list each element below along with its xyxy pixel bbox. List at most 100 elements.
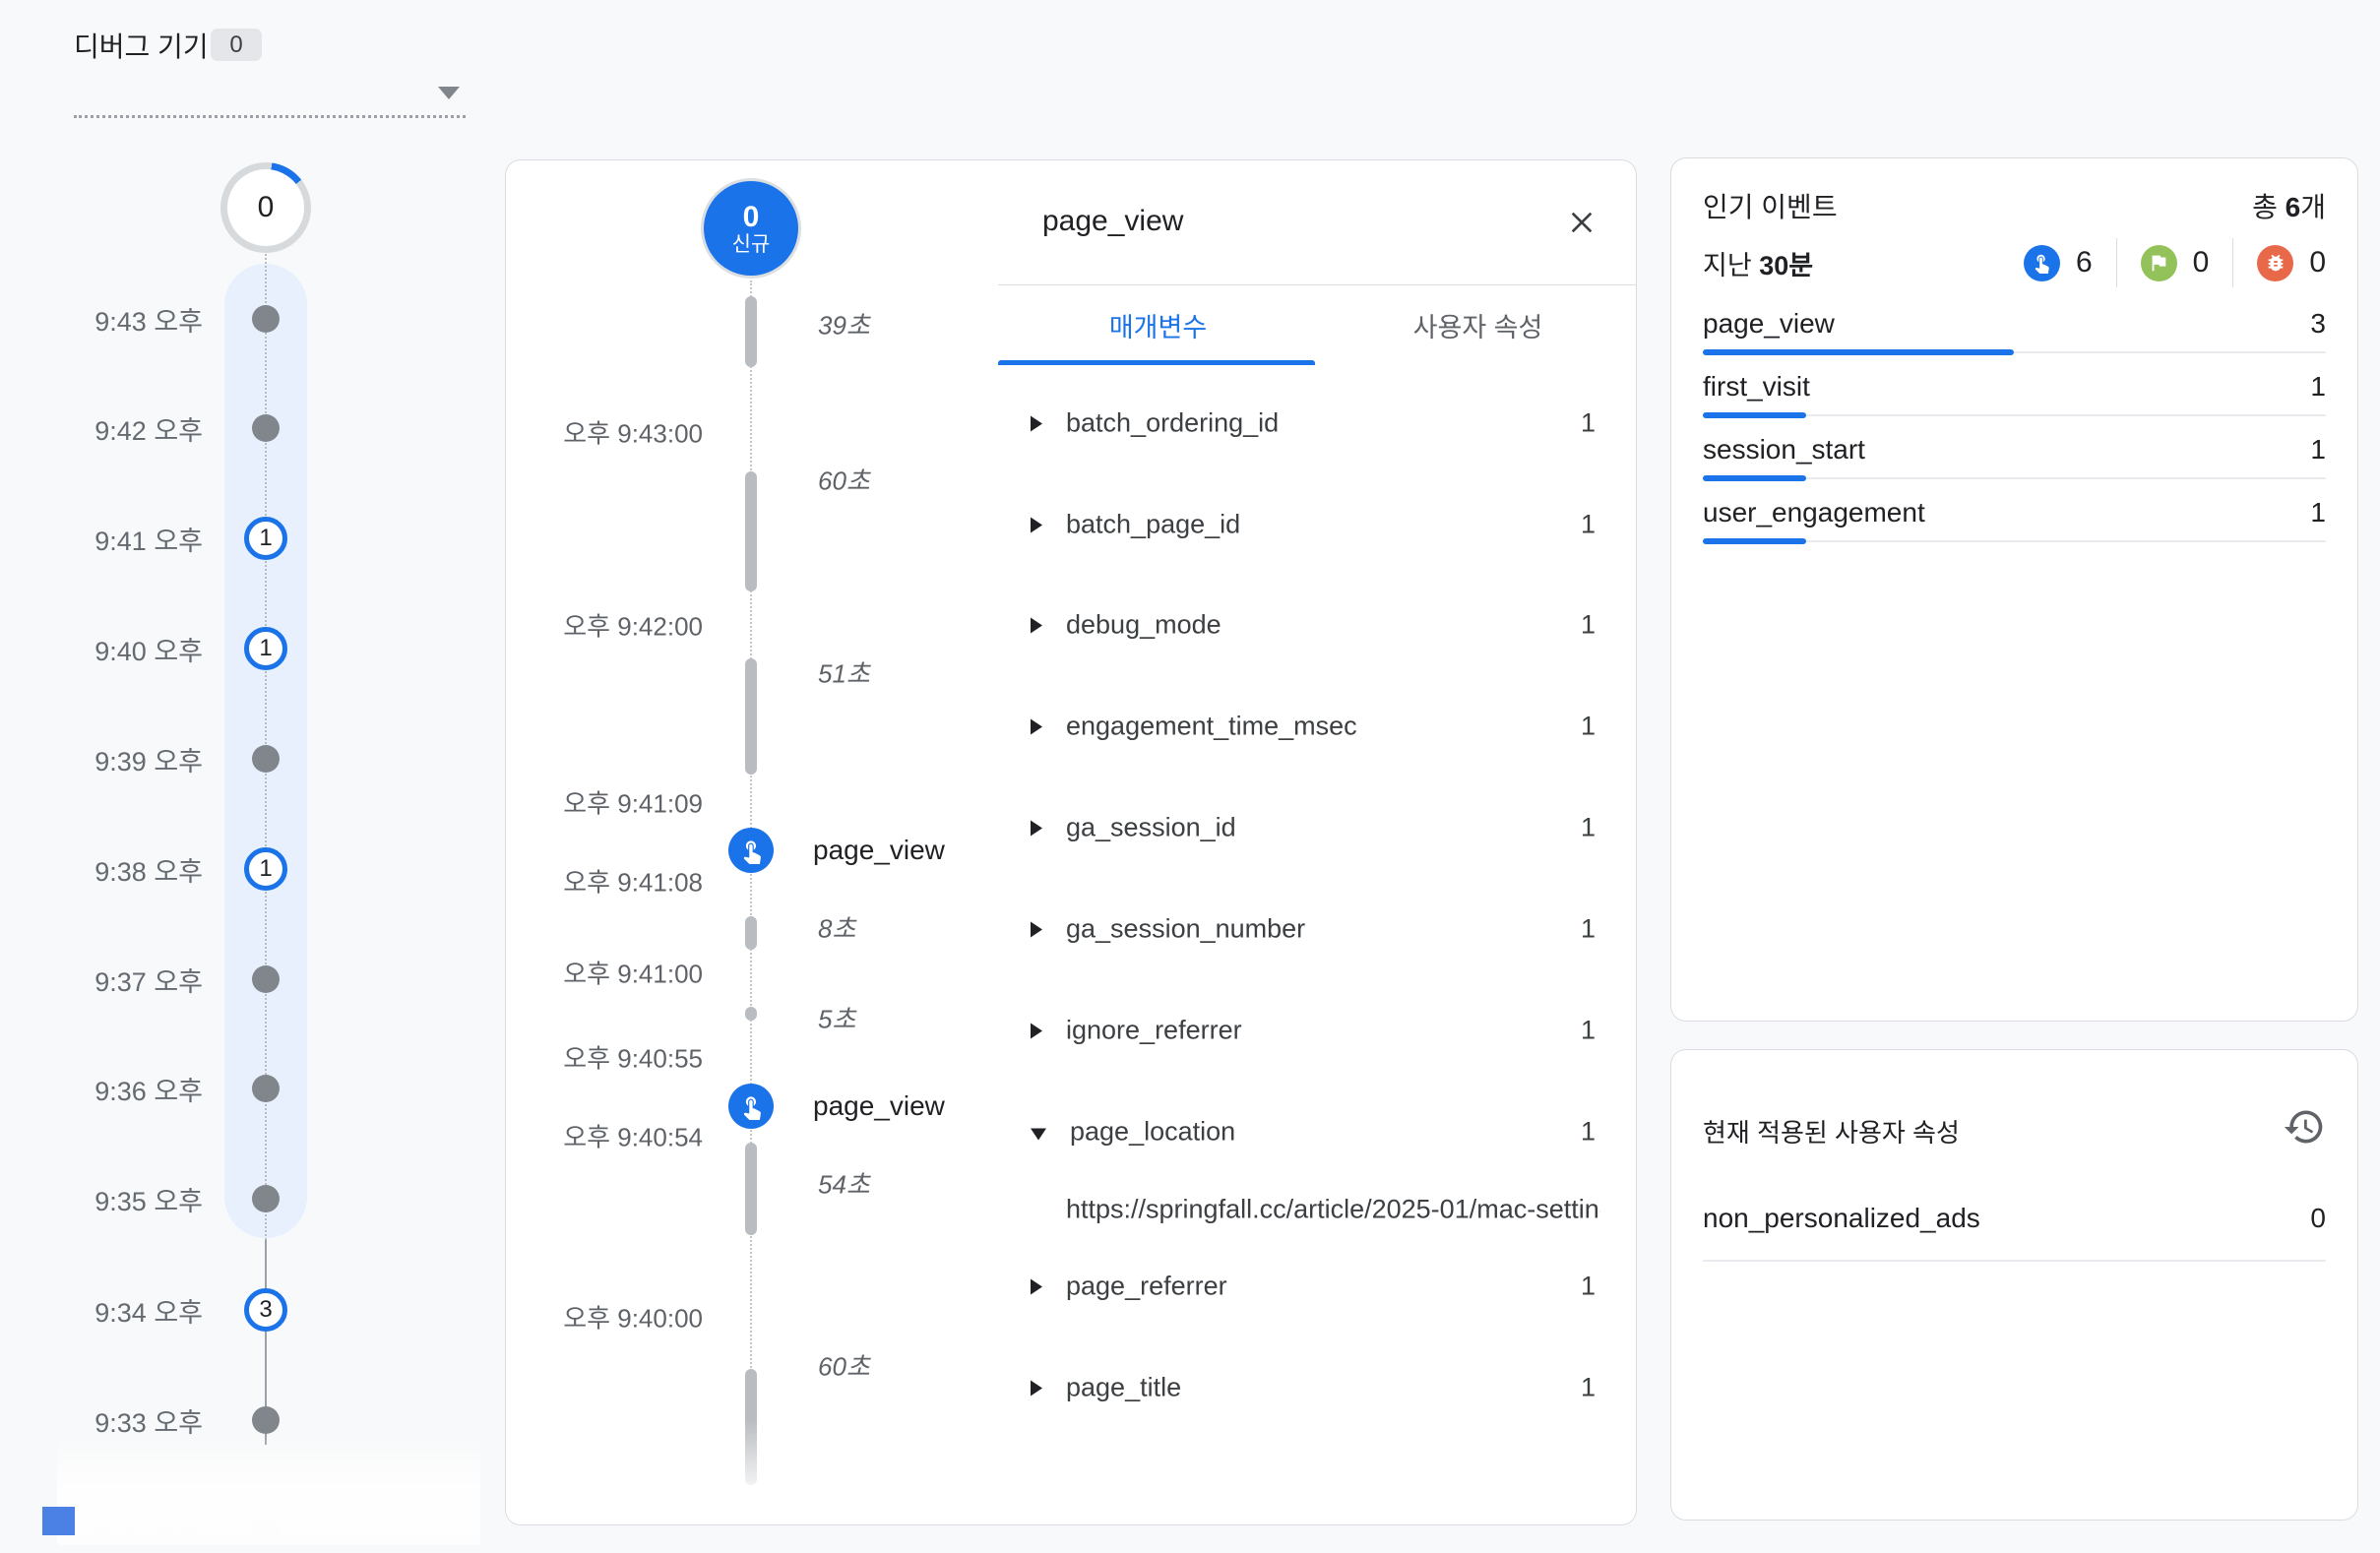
minute-marker[interactable] [244,406,287,450]
minute-marker[interactable]: 1 [244,517,287,560]
minute-entry-time: 9:42 오후 [39,409,203,448]
minute-marker[interactable]: 1 [244,627,287,670]
expand-triangle-icon[interactable] [1031,1278,1042,1294]
minute-entry[interactable]: 9:43 오후 [39,295,307,342]
minute-entry[interactable]: 9:35 오후 [39,1175,307,1222]
active-tab-indicator [998,360,1315,365]
minute-marker[interactable] [244,737,287,780]
param-value: 1 [1581,408,1596,439]
stat-errors: 0 [2257,245,2326,281]
expand-triangle-icon[interactable] [1031,921,1042,937]
bug-icon [2257,245,2293,281]
param-row[interactable]: page_title 1 [1031,1373,1596,1403]
engagement-segment [745,658,757,775]
minute-marker[interactable] [244,1177,287,1220]
minute-entry[interactable]: 9:42 오후 [39,404,307,452]
param-row[interactable]: page_location 1 [1031,1117,1596,1148]
param-name: debug_mode [1066,610,1221,641]
stream-event-row[interactable]: page_view [728,1084,945,1129]
tap-icon [728,1084,774,1129]
param-expanded-value: https://springfall.cc/article/2025-01/ma… [1066,1195,1600,1225]
param-name: ga_session_id [1066,813,1236,843]
expand-triangle-icon[interactable] [1031,1023,1042,1038]
expand-triangle-icon[interactable] [1031,415,1042,431]
param-name: ignore_referrer [1066,1016,1242,1046]
tab-user-properties[interactable]: 사용자 속성 [1318,285,1637,364]
param-name: page_location [1070,1117,1235,1148]
top-event-row[interactable]: page_view 3 [1703,308,2326,355]
top-event-row[interactable]: user_engagement 1 [1703,497,2326,544]
minute-marker[interactable]: 3 [244,1288,287,1332]
stream-timestamp: 오후 9:41:08 [545,863,703,900]
top-events-title: 인기 이벤트 [1703,186,1838,225]
minute-marker[interactable] [244,1067,287,1110]
param-row[interactable]: ignore_referrer 1 [1031,1016,1596,1046]
engagement-duration-label: 51초 [818,654,870,691]
device-selector-dropdown[interactable] [74,57,466,118]
stream-timestamp: 오후 9:41:00 [545,955,703,991]
minute-entry[interactable]: 9:37 오후 [39,956,307,1003]
param-value: 1 [1581,914,1596,945]
minute-entry[interactable]: 9:41 오후 1 [39,515,307,562]
engagement-segment [745,1143,757,1235]
event-count-bar [1703,475,1806,481]
minute-entry[interactable]: 9:38 오후 1 [39,845,307,893]
stream-timestamp: 오후 9:43:00 [545,414,703,451]
current-minute-count: 0 [227,169,304,246]
param-value: 1 [1581,510,1596,540]
minute-entry-time: 9:36 오후 [39,1070,203,1108]
expand-triangle-icon[interactable] [1031,517,1042,532]
minute-entry[interactable]: 9:36 오후 [39,1065,307,1112]
param-name: page_title [1066,1373,1181,1403]
timeline-fade-overlay [57,1435,480,1545]
detail-title: page_view [1042,205,1183,238]
stat-conversions: 0 [2141,245,2210,281]
param-row[interactable]: batch_page_id 1 [1031,510,1596,540]
stream-timestamp: 오후 9:40:00 [545,1299,703,1336]
time-window-label: 지난 30분 [1703,244,1813,282]
minute-entry[interactable]: 9:39 오후 [39,735,307,782]
param-row[interactable]: debug_mode 1 [1031,610,1596,641]
stream-event-name: page_view [813,1090,945,1122]
engagement-duration-label: 5초 [818,1000,855,1036]
param-row[interactable]: page_referrer 1 [1031,1272,1596,1302]
param-name: page_referrer [1066,1272,1227,1302]
top-event-count: 1 [2310,497,2326,528]
stream-event-row[interactable]: page_view [728,828,945,873]
minute-marker[interactable] [244,958,287,1001]
minute-entry[interactable]: 9:34 오후 3 [39,1286,307,1334]
param-row[interactable]: ga_session_number 1 [1031,914,1596,945]
engagement-duration-label: 8초 [818,909,855,946]
param-value: 1 [1581,1117,1596,1148]
current-minute-ring: 0 [220,162,311,253]
expand-triangle-icon[interactable] [1031,718,1042,734]
top-event-row[interactable]: session_start 1 [1703,434,2326,481]
expand-triangle-icon[interactable] [1031,1128,1046,1140]
event-type-stats: 6 0 0 [2024,238,2326,287]
minute-entry-time: 9:38 오후 [39,850,203,889]
event-count-track [1703,475,2326,481]
new-events-badge[interactable]: 0 신규 [704,181,798,276]
minute-marker[interactable]: 1 [244,847,287,891]
top-event-count: 1 [2310,371,2326,403]
close-icon[interactable] [1559,200,1604,245]
tap-icon [2024,245,2060,281]
param-row[interactable]: engagement_time_msec 1 [1031,712,1596,742]
minute-marker[interactable] [244,297,287,341]
tab-parameters[interactable]: 매개변수 [998,285,1318,364]
minute-entry[interactable]: 9:40 오후 1 [39,625,307,672]
minute-entry-time: 9:43 오후 [39,300,203,339]
stream-event-name: page_view [813,835,945,866]
top-event-name: first_visit [1703,371,1810,403]
expand-triangle-icon[interactable] [1031,820,1042,836]
param-row[interactable]: batch_ordering_id 1 [1031,408,1596,439]
param-row[interactable]: ga_session_id 1 [1031,813,1596,843]
top-event-row[interactable]: first_visit 1 [1703,371,2326,418]
chevron-down-icon [438,87,460,99]
history-icon[interactable] [2283,1105,2326,1153]
user-property-name: non_personalized_ads [1703,1203,1980,1234]
user-property-row[interactable]: non_personalized_ads 0 [1703,1203,2326,1262]
expand-triangle-icon[interactable] [1031,617,1042,633]
blue-fragment [42,1507,75,1535]
expand-triangle-icon[interactable] [1031,1380,1042,1396]
